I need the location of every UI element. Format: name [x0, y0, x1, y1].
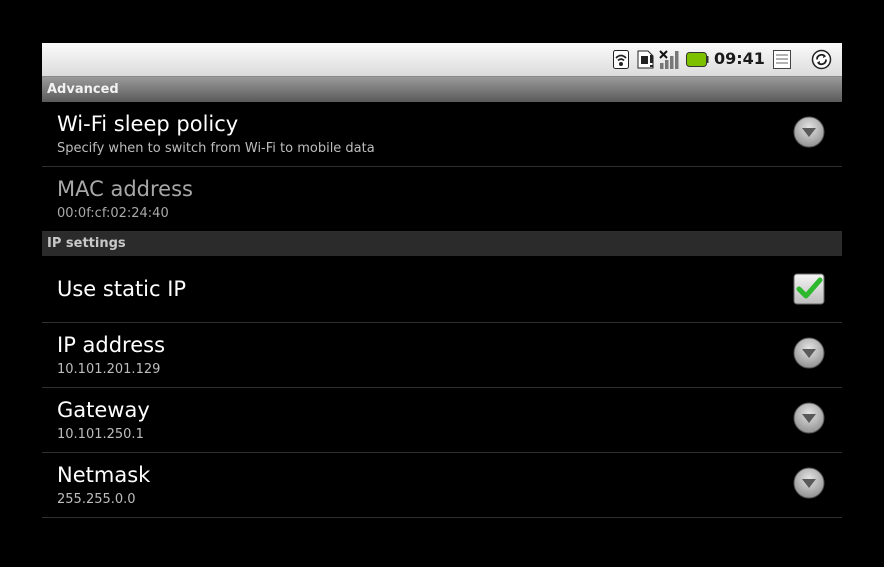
wifi-sleep-policy-row[interactable]: Wi-Fi sleep policy Specify when to switc…	[42, 102, 842, 167]
row-title: IP address	[57, 333, 166, 357]
battery-icon	[686, 52, 709, 67]
gateway-row[interactable]: Gateway 10.101.250.1	[42, 388, 842, 453]
dropdown-arrow-icon[interactable]	[793, 337, 825, 369]
wifi-icon	[613, 50, 629, 69]
settings-screen: 09:41 Advanced Wi-Fi sleep policy Specif…	[42, 43, 842, 518]
row-title: Gateway	[57, 398, 150, 422]
status-bar: 09:41	[42, 43, 842, 77]
row-title: Use static IP	[57, 277, 187, 301]
checkbox-checked-icon[interactable]	[793, 273, 825, 305]
dropdown-arrow-icon[interactable]	[793, 402, 825, 434]
no-signal-icon	[659, 50, 679, 69]
row-summary: 255.255.0.0	[57, 492, 136, 507]
section-header-advanced: Advanced	[42, 77, 842, 102]
row-title: Netmask	[57, 463, 151, 487]
row-title: MAC address	[57, 177, 193, 201]
row-summary: 10.101.250.1	[57, 427, 144, 442]
row-summary: 10.101.201.129	[57, 362, 161, 377]
clock: 09:41	[714, 49, 765, 68]
ip-address-row[interactable]: IP address 10.101.201.129	[42, 323, 842, 388]
notes-icon[interactable]	[773, 50, 791, 69]
row-summary: Specify when to switch from Wi-Fi to mob…	[57, 141, 375, 156]
dropdown-arrow-icon[interactable]	[793, 467, 825, 499]
row-title: Wi-Fi sleep policy	[57, 112, 239, 136]
sim-card-icon	[637, 50, 654, 69]
use-static-ip-row[interactable]: Use static IP	[42, 257, 842, 323]
mac-address-row: MAC address 00:0f:cf:02:24:40	[42, 167, 842, 232]
dropdown-arrow-icon[interactable]	[793, 116, 825, 148]
row-summary: 00:0f:cf:02:24:40	[57, 206, 169, 221]
section-header-ip-settings: IP settings	[42, 232, 842, 256]
netmask-row[interactable]: Netmask 255.255.0.0	[42, 453, 842, 518]
sync-icon[interactable]	[811, 49, 832, 70]
